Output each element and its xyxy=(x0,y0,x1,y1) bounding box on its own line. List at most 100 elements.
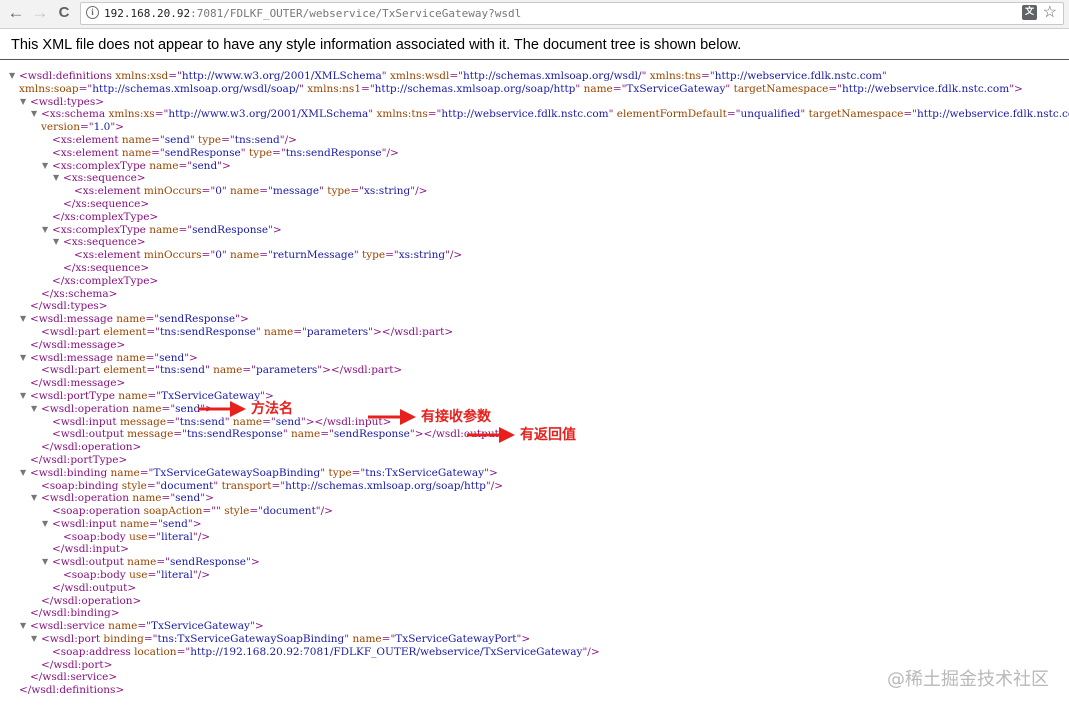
xml-attr-name: location xyxy=(134,645,177,658)
xml-tag-text: =" xyxy=(143,633,158,646)
xml-tag-text: =" xyxy=(262,415,276,428)
xml-attr-value: http://www.w3.org/2001/XMLSchema xyxy=(168,108,369,121)
collapse-toggle-icon[interactable]: ▼ xyxy=(20,620,26,633)
collapse-toggle-icon[interactable]: ▼ xyxy=(9,70,15,83)
xml-tag-text: <wsdl:service xyxy=(30,620,109,633)
xml-tag-text: </xs:sequence> xyxy=(63,197,150,210)
xml-tag-text: <wsdl:definitions xyxy=(19,70,116,82)
xml-tag-text: <wsdl:part xyxy=(41,325,104,338)
xml-line: </wsdl:portType> xyxy=(0,454,1069,467)
xml-attr-name: type xyxy=(327,185,351,198)
xml-attr-name: name xyxy=(132,492,162,505)
xml-tag-text: </xs:complexType> xyxy=(52,274,159,287)
url-text[interactable]: 192.168.20.92:7081/FDLKF_OUTER/webservic… xyxy=(104,6,521,21)
xml-tag-text: </wsdl:input> xyxy=(52,543,129,556)
collapse-toggle-icon[interactable]: ▼ xyxy=(20,96,26,109)
collapse-toggle-icon[interactable]: ▼ xyxy=(31,633,37,646)
xml-tag-text: "/> xyxy=(315,505,333,518)
xml-tag-text: " xyxy=(282,428,292,441)
xml-attr-name: version xyxy=(41,121,80,134)
xml-tag-text: =" xyxy=(161,492,176,505)
xml-attr-name: name xyxy=(264,325,294,338)
xml-tag-text: =" xyxy=(166,415,180,428)
xml-tag-text: </wsdl:definitions> xyxy=(19,684,125,697)
reload-icon[interactable]: C xyxy=(54,3,74,23)
xml-tag-text: <wsdl:binding xyxy=(30,466,111,479)
xml-attr-name: name xyxy=(149,223,179,236)
collapse-toggle-icon[interactable]: ▼ xyxy=(42,160,48,173)
xml-tag-text: "> xyxy=(249,620,264,633)
collapse-toggle-icon[interactable]: ▼ xyxy=(20,467,26,480)
xml-line: </xs:schema> xyxy=(0,288,1069,301)
xml-tag-text: " xyxy=(353,249,362,262)
xml-attr-name: name xyxy=(110,466,140,479)
xml-attr-value: literal xyxy=(161,569,193,582)
star-icon[interactable]: ☆ xyxy=(1043,3,1057,22)
collapse-toggle-icon[interactable]: ▼ xyxy=(42,556,48,569)
collapse-toggle-icon[interactable]: ▼ xyxy=(31,108,37,121)
collapse-toggle-icon[interactable]: ▼ xyxy=(20,313,26,326)
xml-tag-text: =" xyxy=(259,249,273,262)
xml-attr-value: 0 xyxy=(215,185,222,198)
xml-tag-text: "></wsdl:part> xyxy=(317,364,403,377)
xml-tag-text: =" xyxy=(293,325,307,338)
address-bar[interactable]: i 192.168.20.92:7081/FDLKF_OUTER/webserv… xyxy=(80,2,1064,25)
collapse-toggle-icon[interactable]: ▼ xyxy=(31,403,37,416)
xml-attr-name: name xyxy=(118,389,148,402)
xml-attr-value: send xyxy=(164,133,190,146)
xml-line: </xs:complexType> xyxy=(0,211,1069,224)
xml-tag-text: "/> xyxy=(192,530,211,543)
annotation-params: 有接收参数 xyxy=(421,409,491,425)
xml-line: </wsdl:message> xyxy=(0,377,1069,390)
xml-tag-text: =" xyxy=(146,479,161,492)
xml-attr-value: http://webservice.fdlk.nstc.com xyxy=(714,70,882,82)
xml-tag-text: " xyxy=(213,479,222,492)
collapse-toggle-icon[interactable]: ▼ xyxy=(42,518,48,531)
xml-line: ▼ <wsdl:service name="TxServiceGateway"> xyxy=(0,620,1069,633)
xml-tag-text: =" xyxy=(149,517,163,530)
collapse-toggle-icon[interactable]: ▼ xyxy=(53,236,59,249)
xml-attr-name: message xyxy=(119,415,167,428)
translate-icon[interactable]: 文 xyxy=(1022,5,1037,20)
collapse-toggle-icon[interactable]: ▼ xyxy=(53,172,59,185)
xml-line: version="1.0"> xyxy=(0,121,1069,134)
xml-attr-name: message xyxy=(127,428,174,441)
xml-line: ▼ <xs:complexType name="send"> xyxy=(0,160,1069,173)
xml-tag-text: </wsdl:portType> xyxy=(30,453,128,466)
collapse-toggle-icon[interactable]: ▼ xyxy=(20,390,26,403)
xml-tag-text: </wsdl:operation> xyxy=(41,594,142,607)
xml-tree: ▼ <wsdl:definitions xmlns:xsd="http://www… xyxy=(0,70,1069,697)
xml-attr-name: name xyxy=(291,428,321,441)
xml-attr-value: document xyxy=(262,505,316,518)
xml-attr-value: sendResponse xyxy=(164,146,241,159)
collapse-toggle-icon[interactable]: ▼ xyxy=(31,492,37,505)
xml-attr-value: tns:sendResponse xyxy=(159,325,256,338)
xml-attr-name: targetNamespace xyxy=(733,82,829,95)
xml-tag-text: " xyxy=(381,70,390,82)
xml-tag-text: </wsdl:message> xyxy=(30,338,126,351)
collapse-toggle-icon[interactable]: ▼ xyxy=(20,352,26,365)
info-icon[interactable]: i xyxy=(86,6,99,19)
xml-line: ▼ <xs:schema xmlns:xs="http://www.w3.org/… xyxy=(0,108,1069,121)
xml-attr-value: tns:sendResponse xyxy=(186,428,283,441)
xml-tag-text: " xyxy=(204,364,214,377)
xml-tag-text: "/> xyxy=(192,569,211,582)
xml-tag-text: =" xyxy=(350,185,364,198)
xml-tag-text: <xs:sequence> xyxy=(63,236,146,249)
xml-tag-text: <wsdl:portType xyxy=(30,389,119,402)
forward-icon[interactable]: → xyxy=(30,3,50,23)
collapse-toggle-icon[interactable]: ▼ xyxy=(42,224,48,237)
xml-tag-text: " xyxy=(800,108,809,121)
xml-attr-value: 1.0 xyxy=(93,121,111,134)
xml-tag-text: " xyxy=(221,185,231,198)
xml-attr-value: http://www.w3.org/2001/XMLSchema xyxy=(181,70,382,82)
back-icon[interactable]: ← xyxy=(6,3,26,23)
xml-line: </xs:sequence> xyxy=(0,262,1069,275)
xml-tag-text: "> xyxy=(235,313,249,326)
xml-tag-text: "/> xyxy=(445,249,463,262)
xml-line: ▼ <wsdl:portType name="TxServiceGateway"> xyxy=(0,390,1069,403)
xml-tag-text: <wsdl:operation xyxy=(41,402,133,415)
xml-attr-name: soapAction xyxy=(143,505,203,518)
xml-tag-text: " xyxy=(881,70,887,82)
xml-attr-name: type xyxy=(362,249,386,262)
